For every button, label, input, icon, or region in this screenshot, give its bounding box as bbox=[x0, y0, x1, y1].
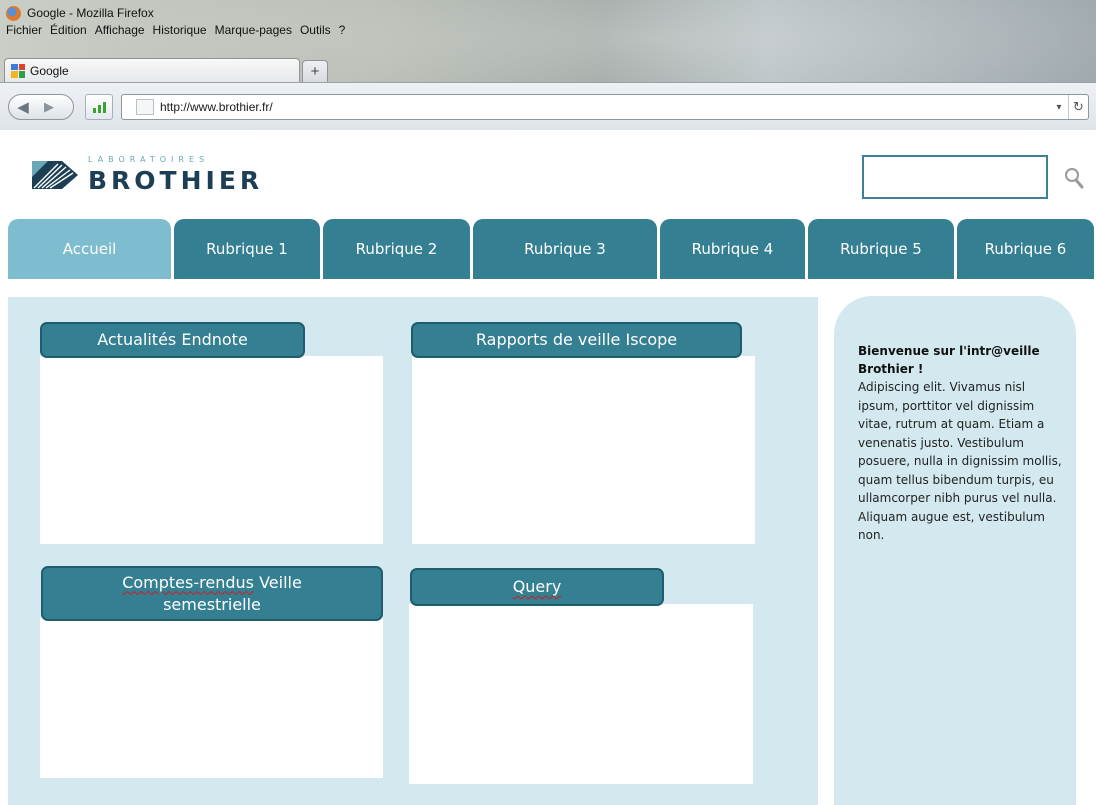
menu-outils[interactable]: Outils bbox=[300, 23, 331, 41]
comptes-rendus-word: Comptes-rendus bbox=[122, 572, 254, 592]
window-title: Google - Mozilla Firefox bbox=[27, 6, 154, 20]
menu-edition[interactable]: Édition bbox=[50, 23, 87, 41]
url-text[interactable]: http://www.brothier.fr/ bbox=[160, 100, 1050, 114]
nav-tab-rubrique-3[interactable]: Rubrique 3 bbox=[473, 219, 657, 279]
widget-query-body bbox=[409, 604, 753, 784]
new-tab-button[interactable]: + bbox=[302, 60, 328, 82]
dropdown-icon[interactable]: ▾ bbox=[1050, 102, 1068, 113]
tab-label: Google bbox=[30, 63, 69, 78]
nav-tab-rubrique-6[interactable]: Rubrique 6 bbox=[957, 219, 1094, 279]
nav-tab-rubrique-5[interactable]: Rubrique 5 bbox=[808, 219, 954, 279]
window-titlebar: Google - Mozilla Firefox bbox=[6, 4, 154, 22]
logo-text: LABORATOIRES BROTHIER bbox=[88, 155, 263, 195]
search-input[interactable] bbox=[862, 155, 1048, 199]
sidebar-body: Adipiscing elit. Vivamus nisl ipsum, por… bbox=[858, 380, 1062, 542]
nav-tab-rubrique-2[interactable]: Rubrique 2 bbox=[323, 219, 470, 279]
forward-arrow-icon[interactable]: ▶ bbox=[37, 94, 61, 120]
signal-bars-icon[interactable] bbox=[85, 94, 113, 120]
logo-mark-icon bbox=[32, 155, 78, 195]
logo-name-text: BROTHIER bbox=[88, 166, 264, 195]
widget-query-title-text: Query bbox=[512, 577, 562, 596]
menu-marque-pages[interactable]: Marque-pages bbox=[215, 23, 292, 41]
widget-comptes-rendus-body bbox=[40, 618, 383, 778]
widget-comptes-rendus-line1: Comptes-rendus Veille bbox=[122, 572, 302, 594]
widget-rapports-title[interactable]: Rapports de veille Iscope bbox=[411, 322, 742, 358]
widget-actualites-title[interactable]: Actualités Endnote bbox=[40, 322, 305, 358]
widget-comptes-rendus-line2: semestrielle bbox=[163, 594, 261, 614]
widget-query-title[interactable]: Query bbox=[410, 568, 664, 606]
menu-bar: Fichier Édition Affichage Historique Mar… bbox=[6, 23, 345, 41]
back-arrow-icon[interactable]: ◀ bbox=[9, 94, 37, 120]
tab-strip: Google + bbox=[4, 58, 328, 82]
nav-tab-rubrique-4[interactable]: Rubrique 4 bbox=[660, 219, 805, 279]
widget-rapports-body bbox=[412, 356, 755, 544]
welcome-sidebar: Bienvenue sur l'intr@veille Brothier ! A… bbox=[834, 296, 1076, 805]
menu-fichier[interactable]: Fichier bbox=[6, 23, 42, 41]
google-favicon-icon bbox=[11, 63, 25, 78]
veille-word: Veille bbox=[253, 572, 302, 592]
reload-icon[interactable]: ↻ bbox=[1068, 95, 1088, 119]
nav-tab-rubrique-1[interactable]: Rubrique 1 bbox=[174, 219, 320, 279]
logo-top-text: LABORATOIRES bbox=[88, 155, 210, 164]
sidebar-title: Bienvenue sur l'intr@veille Brothier ! bbox=[858, 344, 1040, 376]
url-bar[interactable]: http://www.brothier.fr/ ▾ ↻ bbox=[121, 94, 1089, 120]
back-forward-group: ◀ ▶ bbox=[8, 94, 74, 120]
navigation-toolbar: ◀ ▶ http://www.brothier.fr/ ▾ ↻ bbox=[0, 82, 1096, 130]
page-icon bbox=[136, 99, 154, 115]
main-nav: Accueil Rubrique 1 Rubrique 2 Rubrique 3… bbox=[8, 219, 1096, 279]
browser-chrome: Google - Mozilla Firefox Fichier Édition… bbox=[0, 0, 1096, 130]
tab-google[interactable]: Google bbox=[4, 58, 300, 82]
menu-affichage[interactable]: Affichage bbox=[95, 23, 145, 41]
widget-actualites-body bbox=[40, 356, 383, 544]
menu-help[interactable]: ? bbox=[339, 23, 346, 41]
brothier-logo[interactable]: LABORATOIRES BROTHIER bbox=[32, 150, 263, 200]
firefox-logo-icon bbox=[6, 5, 21, 21]
search-icon[interactable] bbox=[1062, 166, 1086, 190]
menu-historique[interactable]: Historique bbox=[153, 23, 207, 41]
nav-tab-accueil[interactable]: Accueil bbox=[8, 219, 171, 279]
widget-comptes-rendus-title[interactable]: Comptes-rendus Veille semestrielle bbox=[41, 566, 383, 621]
